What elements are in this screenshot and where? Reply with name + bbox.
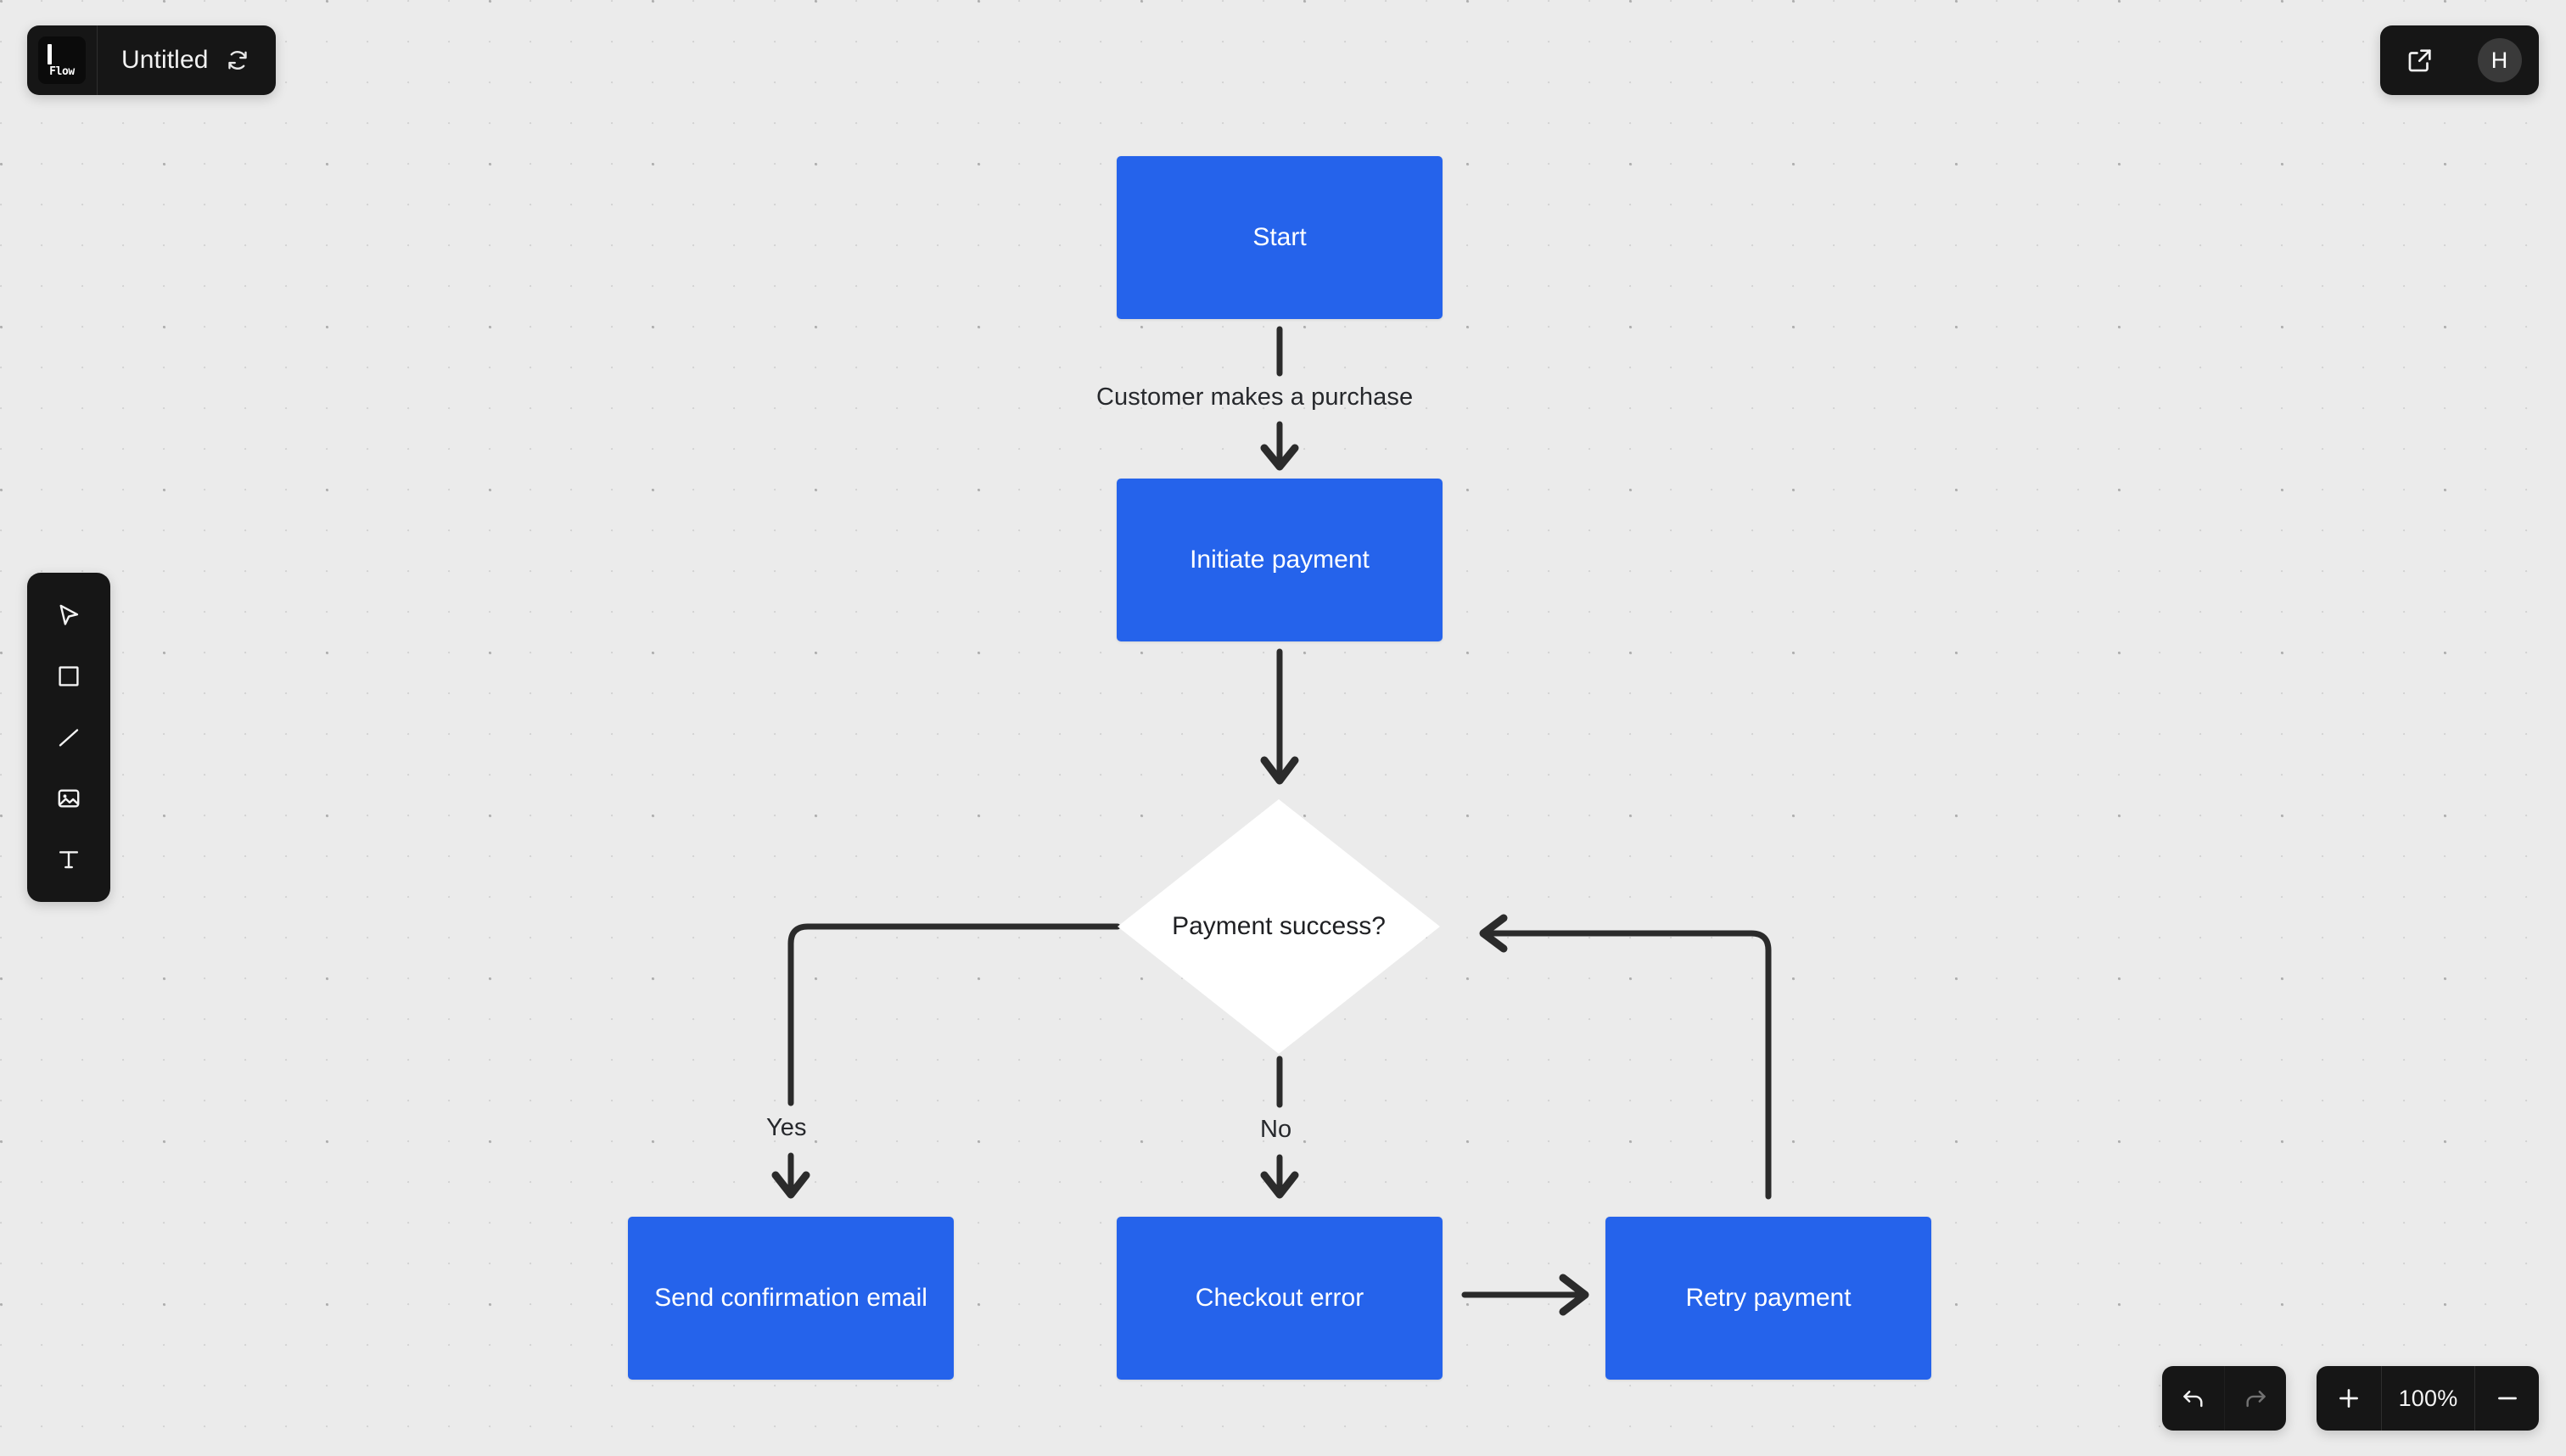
flow-node-label: Send confirmation email bbox=[654, 1283, 927, 1312]
zoom-level-label[interactable]: 100% bbox=[2381, 1366, 2474, 1431]
share-button[interactable] bbox=[2380, 25, 2459, 95]
plus-icon bbox=[2335, 1385, 2362, 1412]
redo-arrow-icon bbox=[2243, 1386, 2269, 1412]
undo-arrow-icon bbox=[2180, 1386, 2206, 1412]
external-link-icon bbox=[2406, 46, 2434, 75]
arrowhead-initiate bbox=[1260, 444, 1299, 471]
arrowhead-decision-loop bbox=[1479, 914, 1508, 953]
edge-label-no: No bbox=[1260, 1116, 1292, 1143]
avatar: H bbox=[2477, 38, 2522, 82]
line-icon bbox=[55, 724, 82, 751]
zoom-in-button[interactable] bbox=[2317, 1366, 2381, 1431]
undo-button[interactable] bbox=[2162, 1366, 2224, 1431]
minus-icon bbox=[2494, 1385, 2521, 1412]
flow-canvas[interactable]: .edge { fill:none; stroke:#2b2b2b; strok… bbox=[0, 0, 2566, 1456]
flow-node-label: Retry payment bbox=[1685, 1283, 1852, 1312]
text-t-icon bbox=[55, 846, 82, 873]
flow-node-checkout-error[interactable]: Checkout error bbox=[1117, 1217, 1443, 1380]
flow-node-label: Initiate payment bbox=[1190, 545, 1370, 574]
app-logo[interactable]: Flow bbox=[38, 36, 86, 84]
cursor-bar-icon bbox=[48, 44, 52, 64]
flow-node-retry-payment[interactable]: Retry payment bbox=[1605, 1217, 1931, 1380]
sidebar-item-image-tool[interactable] bbox=[27, 768, 110, 829]
sidebar-item-text-tool[interactable] bbox=[27, 829, 110, 890]
sidebar-item-rectangle-tool[interactable] bbox=[27, 646, 110, 707]
edge-label-yes: Yes bbox=[766, 1114, 807, 1141]
logo-wordmark: Flow bbox=[49, 65, 75, 78]
square-icon bbox=[55, 663, 82, 690]
edge-decision-confirm bbox=[787, 923, 1121, 1106]
cursor-arrow-icon bbox=[54, 601, 83, 630]
arrowhead-confirm bbox=[771, 1171, 810, 1199]
zoom-controls: 100% bbox=[2317, 1366, 2539, 1431]
sidebar-item-line-tool[interactable] bbox=[27, 707, 110, 768]
edge-label-customer-makes-a-purchase: Customer makes a purchase bbox=[1096, 384, 1414, 411]
refresh-sync-icon[interactable] bbox=[225, 48, 250, 73]
flow-node-label: Checkout error bbox=[1195, 1283, 1364, 1312]
flow-node-send-confirmation-email[interactable]: Send confirmation email bbox=[628, 1217, 954, 1380]
arrowhead-error bbox=[1260, 1171, 1299, 1199]
arrowhead-decision bbox=[1260, 756, 1299, 785]
arrowhead-retry bbox=[1559, 1274, 1589, 1316]
account-button[interactable]: H bbox=[2460, 25, 2539, 95]
edge-retry-decision bbox=[1483, 930, 1772, 1200]
zoom-out-button[interactable] bbox=[2474, 1366, 2539, 1431]
flow-node-start[interactable]: Start bbox=[1117, 156, 1443, 319]
brand-pill: Flow Untitled bbox=[27, 25, 276, 95]
flow-node-label: Payment success? bbox=[1172, 912, 1386, 941]
flow-node-payment-success-decision[interactable]: Payment success? bbox=[1118, 799, 1440, 1054]
flow-node-label: Start bbox=[1252, 222, 1307, 251]
redo-button[interactable] bbox=[2224, 1366, 2286, 1431]
history-controls bbox=[2162, 1366, 2286, 1431]
document-title[interactable]: Untitled bbox=[121, 46, 209, 75]
top-right-actions: H bbox=[2380, 25, 2539, 95]
sidebar-item-select-tool[interactable] bbox=[27, 585, 110, 646]
flow-node-initiate-payment[interactable]: Initiate payment bbox=[1117, 479, 1443, 641]
tool-palette bbox=[27, 573, 110, 902]
image-icon bbox=[55, 785, 82, 812]
